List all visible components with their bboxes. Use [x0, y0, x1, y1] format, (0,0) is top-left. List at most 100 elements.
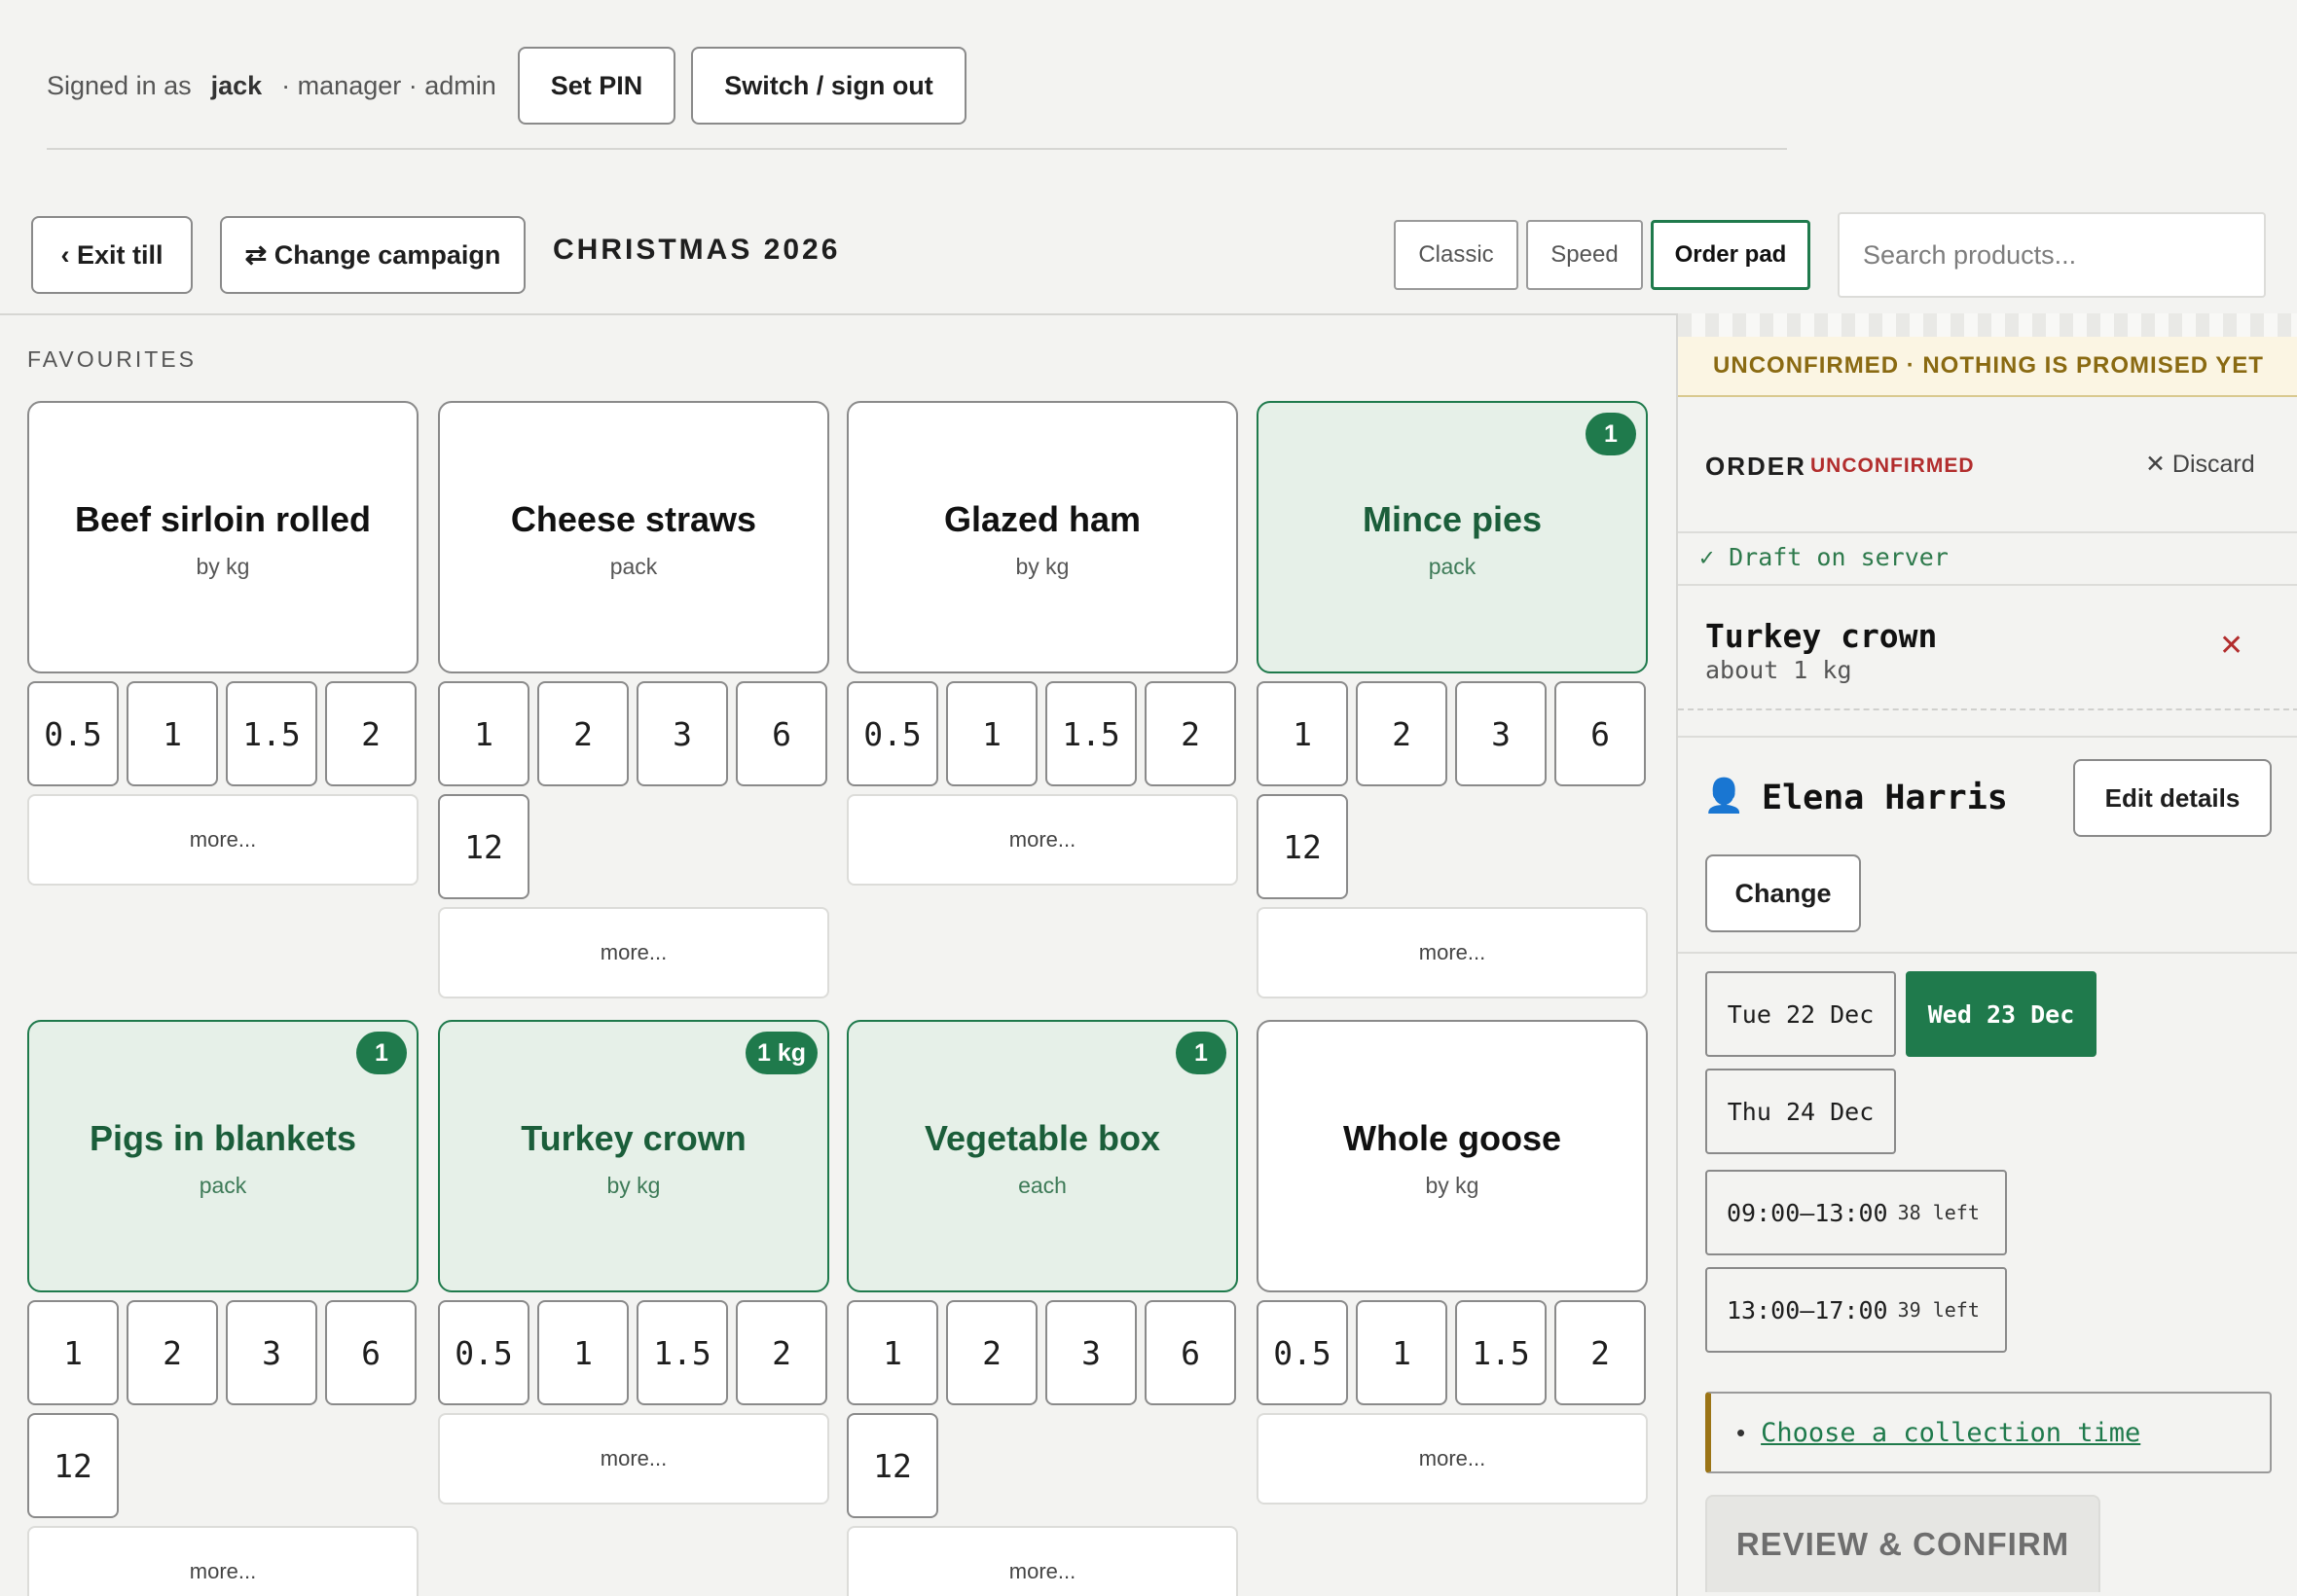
quantity-badge: 1 kg: [745, 1032, 818, 1074]
order-line-qty: about 1 kg: [1705, 656, 1852, 684]
set-pin-button[interactable]: Set PIN: [517, 47, 676, 125]
product-card-cheese-straws[interactable]: Cheese straws pack: [438, 401, 829, 673]
divider: [1678, 736, 2297, 738]
quantity-button[interactable]: 2: [736, 1300, 827, 1405]
product-name: Cheese straws: [510, 498, 757, 539]
product-card-whole-goose[interactable]: Whole goose by kg: [1257, 1020, 1648, 1292]
mode-speed-button[interactable]: Speed: [1526, 220, 1643, 290]
quantity-button[interactable]: 6: [1145, 1300, 1236, 1405]
quantity-button[interactable]: 3: [226, 1300, 317, 1405]
more-quantities-button[interactable]: more...: [847, 794, 1238, 886]
more-quantities-button[interactable]: more...: [1257, 1413, 1648, 1505]
change-campaign-button[interactable]: ⇄ Change campaign: [220, 216, 526, 294]
divider: [1678, 531, 2297, 533]
discard-button[interactable]: ✕ Discard: [2145, 450, 2255, 479]
slot-time: 09:00–13:00: [1727, 1198, 1888, 1227]
quantity-button[interactable]: 2: [1145, 681, 1236, 786]
product-card-vegetable-box[interactable]: Vegetable box each 1: [847, 1020, 1238, 1292]
product-name: Mince pies: [1362, 498, 1543, 539]
divider: [1678, 708, 2297, 710]
quantity-button[interactable]: 1: [537, 1300, 629, 1405]
divider: [1678, 584, 2297, 586]
user-roles: · manager · admin: [281, 70, 496, 100]
quantity-button[interactable]: 1.5: [1455, 1300, 1547, 1405]
campaign-title: CHRISTMAS 2026: [553, 234, 841, 266]
product-unit: pack: [199, 1172, 247, 1198]
quantity-button[interactable]: 12: [1257, 794, 1348, 899]
quantity-button[interactable]: 12: [27, 1413, 119, 1518]
date-option[interactable]: Tue 22 Dec: [1705, 971, 1896, 1057]
draft-status: ✓ Draft on server: [1699, 543, 1949, 571]
search-input[interactable]: [1838, 212, 2266, 298]
quantity-button[interactable]: 2: [946, 1300, 1038, 1405]
quantity-button[interactable]: 0.5: [847, 681, 938, 786]
product-name: Whole goose: [1343, 1117, 1561, 1158]
product-card-beef-sirloin-rolled[interactable]: Beef sirloin rolled by kg: [27, 401, 419, 673]
product-card-turkey-crown[interactable]: Turkey crown by kg 1 kg: [438, 1020, 829, 1292]
session-bar: Signed in as jack · manager · admin Set …: [47, 47, 982, 125]
product-card-mince-pies[interactable]: Mince pies pack 1: [1257, 401, 1648, 673]
quantity-button[interactable]: 2: [127, 1300, 218, 1405]
more-quantities-button[interactable]: more...: [27, 1526, 419, 1596]
more-quantities-button[interactable]: more...: [438, 907, 829, 998]
time-slot[interactable]: 09:00–13:00 38 left: [1705, 1170, 2007, 1255]
quantity-button[interactable]: 1: [1356, 1300, 1447, 1405]
quantity-button[interactable]: 12: [847, 1413, 938, 1518]
quantity-button[interactable]: 3: [1045, 1300, 1137, 1405]
switch-sign-out-button[interactable]: Switch / sign out: [691, 47, 966, 125]
quantity-button[interactable]: 1: [127, 681, 218, 786]
mode-order-pad-button[interactable]: Order pad: [1651, 220, 1810, 290]
customer-name: Elena Harris: [1762, 779, 2008, 817]
mode-classic-button[interactable]: Classic: [1394, 220, 1518, 290]
order-panel: UNCONFIRMED · NOTHING IS PROMISED YET OR…: [1676, 313, 2297, 1596]
quantity-button[interactable]: 1.5: [226, 681, 317, 786]
quantity-button[interactable]: 1.5: [637, 1300, 728, 1405]
quantity-button[interactable]: 1: [847, 1300, 938, 1405]
quantity-button[interactable]: 6: [325, 1300, 417, 1405]
choose-collection-time-link[interactable]: Choose a collection time: [1761, 1418, 2140, 1448]
quantity-button[interactable]: 2: [1554, 1300, 1646, 1405]
product-name: Turkey crown: [521, 1117, 747, 1158]
more-quantities-button[interactable]: more...: [27, 794, 419, 886]
more-quantities-button[interactable]: more...: [1257, 907, 1648, 998]
quantity-button[interactable]: 1: [946, 681, 1038, 786]
date-option[interactable]: Thu 24 Dec: [1705, 1069, 1896, 1154]
time-slot[interactable]: 13:00–17:00 39 left: [1705, 1267, 2007, 1353]
edit-details-button[interactable]: Edit details: [2073, 759, 2272, 837]
quantity-button[interactable]: 6: [1554, 681, 1646, 786]
quantity-button[interactable]: 1: [1257, 681, 1348, 786]
quantity-button[interactable]: 2: [1356, 681, 1447, 786]
quantity-button[interactable]: 1: [27, 1300, 119, 1405]
current-user: jack: [210, 70, 263, 100]
product-name: Vegetable box: [924, 1117, 1161, 1158]
change-customer-button[interactable]: Change: [1705, 854, 1861, 932]
more-quantities-button[interactable]: more...: [438, 1413, 829, 1505]
product-unit: pack: [1428, 553, 1477, 579]
product-unit: each: [1018, 1172, 1067, 1198]
quantity-button[interactable]: 3: [1455, 681, 1547, 786]
quantity-button[interactable]: 12: [438, 794, 529, 899]
quantity-badge: 1: [1176, 1032, 1226, 1074]
product-card-pigs-in-blankets[interactable]: Pigs in blankets pack 1: [27, 1020, 419, 1292]
exit-till-button[interactable]: ‹ Exit till: [31, 216, 193, 294]
slot-remaining: 39 left: [1897, 1298, 1980, 1322]
quantity-button[interactable]: 1.5: [1045, 681, 1137, 786]
product-name: Beef sirloin rolled: [74, 498, 372, 539]
favourites-heading: FAVOURITES: [27, 346, 197, 372]
quantity-button[interactable]: 0.5: [27, 681, 119, 786]
quantity-button[interactable]: 0.5: [1257, 1300, 1348, 1405]
more-quantities-button[interactable]: more...: [847, 1526, 1238, 1596]
date-option-selected[interactable]: Wed 23 Dec: [1906, 971, 2096, 1057]
quantity-button[interactable]: 6: [736, 681, 827, 786]
product-unit: by kg: [606, 1172, 661, 1198]
quantity-button[interactable]: 3: [637, 681, 728, 786]
product-card-glazed-ham[interactable]: Glazed ham by kg: [847, 401, 1238, 673]
product-name: Pigs in blankets: [89, 1117, 357, 1158]
remove-line-button[interactable]: ✕: [2219, 629, 2243, 663]
quantity-badge: 1: [356, 1032, 407, 1074]
quantity-button[interactable]: 2: [537, 681, 629, 786]
quantity-button[interactable]: 0.5: [438, 1300, 529, 1405]
review-confirm-button[interactable]: REVIEW & CONFIRM: [1705, 1495, 2100, 1592]
quantity-button[interactable]: 2: [325, 681, 417, 786]
quantity-button[interactable]: 1: [438, 681, 529, 786]
